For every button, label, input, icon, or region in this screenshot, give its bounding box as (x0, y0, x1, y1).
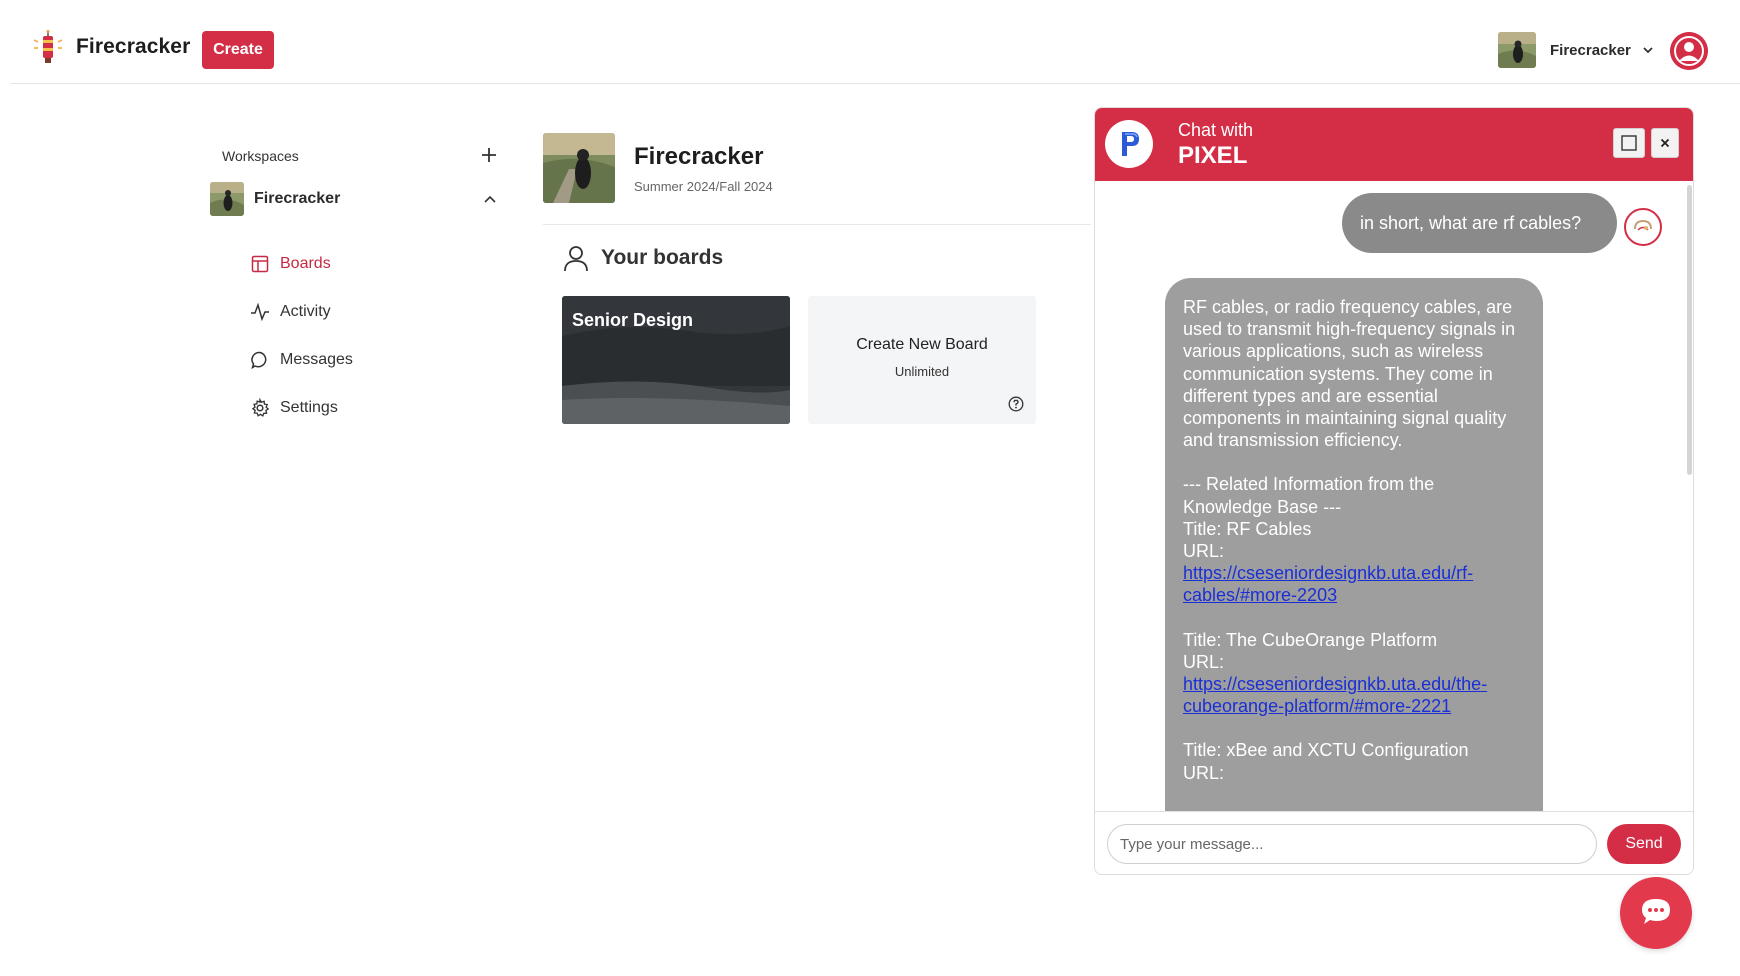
workspace-thumbnail (1498, 32, 1536, 68)
bot-message-bubble: RF cables, or radio frequency cables, ar… (1165, 278, 1543, 811)
board-icon (251, 255, 269, 273)
kb-entry-link[interactable]: https://cseseniordesignkb.uta.edu/the-cu… (1183, 674, 1487, 716)
top-divider (10, 83, 1740, 84)
workspace-thumbnail (210, 182, 244, 216)
chat-scrollbar[interactable] (1687, 185, 1692, 475)
chevron-up-icon[interactable] (482, 192, 498, 208)
create-new-board[interactable]: Create New Board Unlimited (808, 296, 1036, 424)
workspace-row[interactable]: Firecracker (210, 182, 510, 232)
kb-entry-url-label: URL: (1183, 762, 1225, 783)
firecracker-logo-icon (33, 30, 63, 64)
chat-window: Chat with PIXEL in short, what are rf ca… (1094, 107, 1694, 875)
create-board-limit: Unlimited (894, 364, 950, 379)
message-icon (251, 351, 267, 370)
chat-bot-name: PIXEL (1178, 142, 1248, 169)
sidebar-item-label: Messages (280, 351, 353, 368)
brand[interactable]: Firecracker (33, 30, 191, 64)
workspace-title: Firecracker (254, 190, 341, 207)
chat-header: Chat with PIXEL (1095, 108, 1693, 181)
workspaces-label: Workspaces (222, 148, 299, 164)
boards-heading-label: Your boards (601, 246, 724, 269)
maximize-button[interactable] (1613, 128, 1645, 158)
activity-icon (251, 302, 269, 322)
chat-composer: Send (1095, 811, 1693, 874)
chat-messages[interactable]: in short, what are rf cables? RF cables,… (1095, 181, 1693, 811)
chat-toggle-button[interactable] (1620, 877, 1692, 949)
workspace-name: Firecracker (1550, 41, 1631, 59)
brand-name: Firecracker (76, 35, 191, 58)
create-board-label: Create New Board (856, 336, 988, 353)
pixel-logo-icon (1105, 120, 1153, 168)
help-icon[interactable] (1008, 396, 1024, 412)
board-title: Senior Design (572, 310, 694, 330)
avatar[interactable] (1670, 32, 1708, 70)
chat-header-caption: Chat with (1178, 120, 1254, 140)
kb-entry-title: Title: xBee and XCTU Configuration (1183, 740, 1469, 761)
chevron-down-icon (1643, 47, 1653, 54)
close-button[interactable] (1651, 128, 1679, 158)
kb-entry-url-label: URL: (1183, 651, 1225, 672)
workspace-header: Firecracker Summer 2024/Fall 2024 (543, 133, 1091, 225)
maximize-icon (1621, 135, 1637, 151)
sidebar-item-boards[interactable]: Boards (250, 240, 353, 288)
workspaces-header: Workspaces (210, 130, 510, 182)
gear-icon (251, 398, 270, 417)
sidebar-item-settings[interactable]: Settings (250, 384, 353, 432)
sidebar-item-label: Settings (280, 399, 338, 416)
close-icon (1660, 138, 1670, 148)
kb-entry-title: Title: The CubeOrange Platform (1183, 629, 1438, 650)
user-icon (564, 246, 588, 272)
page-title: Firecracker (634, 143, 764, 170)
add-workspace-icon[interactable] (478, 144, 500, 166)
chat-bubble-icon (1642, 899, 1670, 924)
kb-entry-link[interactable]: https://cseseniordesignkb.uta.edu/rf-cab… (1183, 563, 1473, 605)
user-message-bubble: in short, what are rf cables? (1342, 193, 1617, 253)
sidebar-item-label: Boards (280, 255, 331, 272)
sidebar-item-messages[interactable]: Messages (250, 336, 353, 384)
chat-message-input[interactable] (1107, 824, 1597, 864)
kb-heading: --- Related Information from the Knowled… (1183, 474, 1435, 517)
workspace-switcher[interactable]: Firecracker (1498, 32, 1655, 68)
bot-answer: RF cables, or radio frequency cables, ar… (1183, 297, 1516, 451)
workspace-image (543, 133, 615, 203)
top-bar: Firecracker Create Firecracker (0, 0, 1740, 84)
kb-entry-url-label: URL: (1183, 541, 1225, 562)
workspace-nav: Boards Activity Messages Settings (250, 240, 353, 432)
boards-heading: Your boards (563, 244, 723, 272)
kb-entry-title: Title: RF Cables (1183, 518, 1312, 539)
sidebar-item-activity[interactable]: Activity (250, 288, 353, 336)
create-button[interactable]: Create (202, 31, 274, 69)
sidebar-item-label: Activity (280, 303, 331, 320)
page-subtitle: Summer 2024/Fall 2024 (634, 179, 773, 194)
user-avatar-icon (1624, 208, 1662, 246)
board-card[interactable]: Senior Design (562, 296, 790, 424)
sidebar: Workspaces Firecracker Boards Activity M… (210, 130, 510, 417)
send-button[interactable]: Send (1607, 824, 1681, 864)
